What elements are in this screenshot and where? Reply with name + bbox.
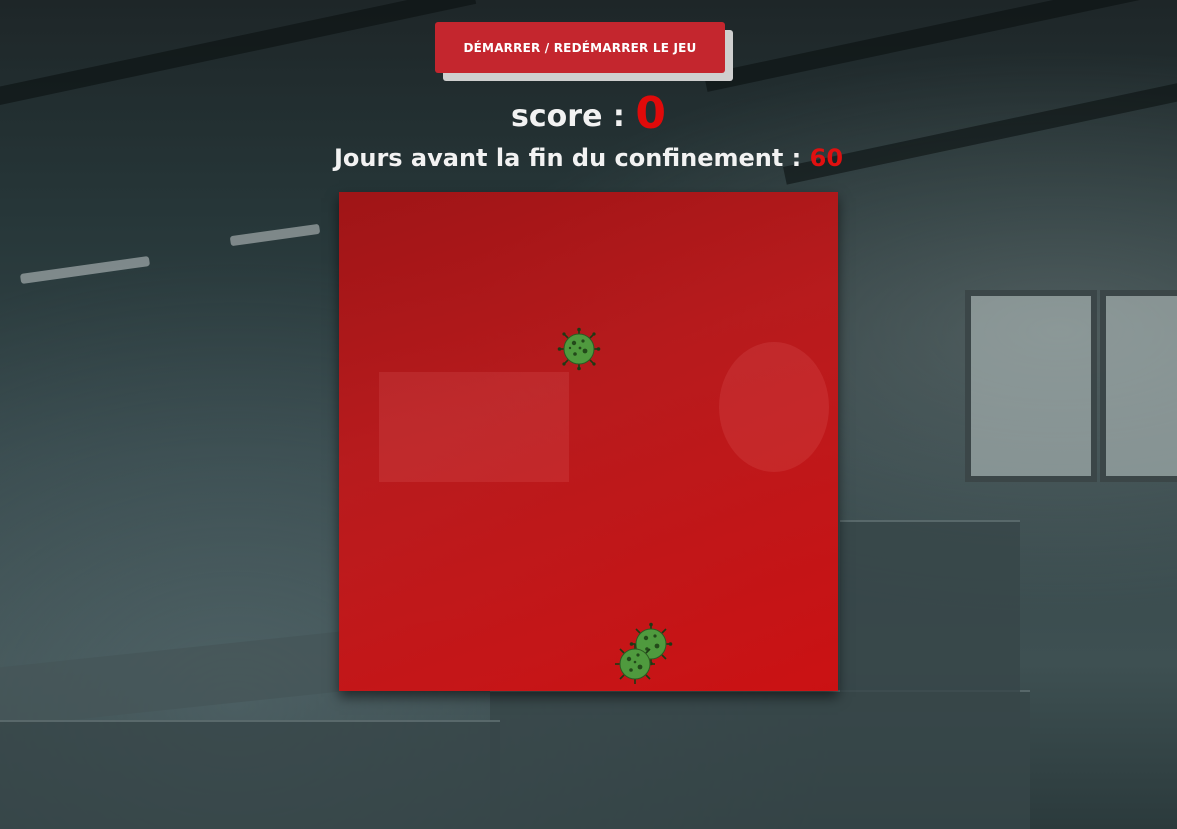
board-ghost-shape [719,342,829,472]
score-display: score : 0 [0,88,1177,139]
start-button-container: DÉMARRER / REDÉMARRER LE JEU [435,22,733,81]
virus-icon[interactable] [613,642,657,686]
days-remaining-display: Jours avant la fin du confinement : 60 [0,144,1177,172]
days-label: Jours avant la fin du confinement : [333,144,810,172]
game-board[interactable] [339,192,838,691]
board-ghost-shape [379,372,569,482]
virus-icon[interactable] [557,327,601,371]
start-restart-button[interactable]: DÉMARRER / REDÉMARRER LE JEU [435,22,725,73]
score-value: 0 [635,88,666,139]
score-label: score : [511,99,636,134]
days-value: 60 [809,144,844,172]
